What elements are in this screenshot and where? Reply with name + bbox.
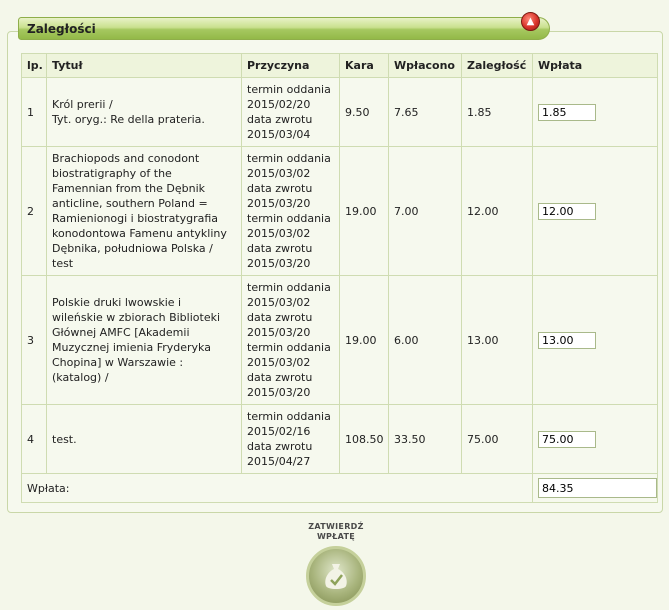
- reason-line: data zwrotu: [247, 113, 313, 126]
- col-header-payment: Wpłata: [532, 53, 658, 78]
- title-line: Głównej AMFC [Akademii: [52, 326, 190, 339]
- col-header-fine: Kara: [339, 53, 389, 78]
- row-number: 4: [21, 404, 47, 474]
- row-reason: termin oddania 2015/03/02 data zwrotu 2015/…: [241, 275, 340, 405]
- col-header-title: Tytuł: [46, 53, 242, 78]
- reason-line: data zwrotu: [247, 311, 313, 324]
- title-line: wileńskie w zbiorach Biblioteki: [52, 311, 221, 324]
- col-header-lp: lp.: [21, 53, 47, 78]
- reason-line: 2015/03/04: [247, 128, 311, 141]
- row-number: 1: [21, 77, 47, 147]
- row-reason: termin oddania 2015/02/20 data zwrotu 2015/…: [241, 77, 340, 147]
- reason-line: 2015/03/02: [247, 167, 311, 180]
- money-bag-check-icon: [325, 564, 347, 589]
- title-line: Ramienionogi i biostratygrafia: [52, 212, 219, 225]
- confirm-label-line2: WPŁATĘ: [316, 532, 356, 541]
- row-payment-cell: [532, 77, 658, 147]
- reason-line: data zwrotu: [247, 182, 313, 195]
- payment-input[interactable]: [538, 103, 596, 121]
- row-payment-cell: [532, 275, 658, 405]
- title-line: konodontowa Famenu antykliny: [52, 227, 227, 240]
- reason-line: data zwrotu: [247, 440, 313, 453]
- reason-line: 2015/04/27: [247, 455, 311, 468]
- row-title: Brachiopods and conodont biostratigraphy …: [46, 146, 242, 276]
- row-arrears: 12.00: [461, 146, 533, 276]
- col-header-reason: Przyczyna: [241, 53, 340, 78]
- row-arrears: 1.85: [461, 77, 533, 147]
- row-paid: 7.00: [388, 146, 462, 276]
- payment-input[interactable]: [538, 331, 596, 349]
- title-line: Muzycznej imienia Fryderyka: [52, 341, 211, 354]
- title-line: Król prerii /: [52, 98, 113, 111]
- sum-row: Wpłata:: [21, 473, 658, 503]
- title-line: Polskie druki lwowskie i: [52, 296, 182, 309]
- reason-line: 2015/02/16: [247, 425, 311, 438]
- reason-line: 2015/03/02: [247, 227, 311, 240]
- title-line: test: [52, 257, 74, 270]
- row-arrears: 13.00: [461, 275, 533, 405]
- row-fine: 19.00: [339, 146, 389, 276]
- collapse-up-icon[interactable]: ▲: [521, 12, 540, 31]
- panel-title: Zaległości: [18, 17, 550, 40]
- row-paid: 33.50: [388, 404, 462, 474]
- col-header-paid: Wpłacono: [388, 53, 462, 78]
- reason-line: 2015/03/20: [247, 326, 311, 339]
- reason-line: 2015/03/20: [247, 386, 311, 399]
- reason-line: termin oddania: [247, 212, 331, 225]
- row-fine: 9.50: [339, 77, 389, 147]
- reason-line: 2015/02/20: [247, 98, 311, 111]
- row-arrears: 75.00: [461, 404, 533, 474]
- reason-line: data zwrotu: [247, 371, 313, 384]
- table-row: 4 test. termin oddania 2015/02/16 data zwrot…: [21, 404, 658, 474]
- reason-line: termin oddania: [247, 341, 331, 354]
- table-header-row: lp. Tytuł Przyczyna Kara Wpłacono Zaległ…: [21, 53, 658, 78]
- title-line: Chopina] w Warszawie :: [52, 356, 184, 369]
- payment-input[interactable]: [538, 430, 596, 448]
- reason-line: termin oddania: [247, 83, 331, 96]
- row-title: Polskie druki lwowskie i wileńskie w zbio…: [46, 275, 242, 405]
- reason-line: 2015/03/02: [247, 296, 311, 309]
- row-number: 2: [21, 146, 47, 276]
- row-number: 3: [21, 275, 47, 405]
- title-line: Brachiopods and conodont: [52, 152, 200, 165]
- arrears-table: lp. Tytuł Przyczyna Kara Wpłacono Zaległ…: [21, 53, 658, 503]
- reason-line: 2015/03/02: [247, 356, 311, 369]
- reason-line: termin oddania: [247, 410, 331, 423]
- title-line: biostratigraphy of the: [52, 167, 172, 180]
- row-paid: 6.00: [388, 275, 462, 405]
- reason-line: 2015/03/20: [247, 257, 311, 270]
- sum-label: Wpłata:: [21, 473, 533, 503]
- row-title: test.: [46, 404, 242, 474]
- title-line: test.: [52, 432, 77, 446]
- table-row: 2 Brachiopods and conodont biostratigraphy…: [21, 146, 658, 276]
- row-paid: 7.65: [388, 77, 462, 147]
- confirm-payment-button[interactable]: ZATWIERDŹ WPŁATĘ: [296, 522, 376, 606]
- confirm-label-line1: ZATWIERDŹ: [308, 522, 364, 531]
- confirm-circle: [306, 546, 366, 606]
- col-header-arrears: Zaległość: [461, 53, 533, 78]
- row-payment-cell: [532, 146, 658, 276]
- reason-line: termin oddania: [247, 152, 331, 165]
- sum-cell: [532, 473, 658, 503]
- row-reason: termin oddania 2015/03/02 data zwrotu 2015/…: [241, 146, 340, 276]
- reason-line: 2015/03/20: [247, 197, 311, 210]
- row-fine: 108.50: [339, 404, 389, 474]
- payment-total-input[interactable]: [538, 478, 657, 498]
- row-fine: 19.00: [339, 275, 389, 405]
- title-line: Famennian from the Dębnik: [52, 182, 206, 195]
- row-reason: termin oddania 2015/02/16 data zwrotu 2015/…: [241, 404, 340, 474]
- reason-line: termin oddania: [247, 281, 331, 294]
- payment-input[interactable]: [538, 202, 596, 220]
- title-line: Tyt. oryg.: Re della prateria.: [52, 113, 205, 126]
- reason-line: data zwrotu: [247, 242, 313, 255]
- row-title: Król prerii / Tyt. oryg.: Re della prater…: [46, 77, 242, 147]
- row-payment-cell: [532, 404, 658, 474]
- title-line: anticline, southern Poland =: [52, 197, 208, 210]
- title-line: (katalog) /: [52, 371, 109, 384]
- title-line: Dębnika, południowa Polska /: [52, 242, 213, 255]
- table-row: 3 Polskie druki lwowskie i wileńskie w zbi…: [21, 275, 658, 405]
- table-row: 1 Król prerii / Tyt. oryg.: Re della prate…: [21, 77, 658, 147]
